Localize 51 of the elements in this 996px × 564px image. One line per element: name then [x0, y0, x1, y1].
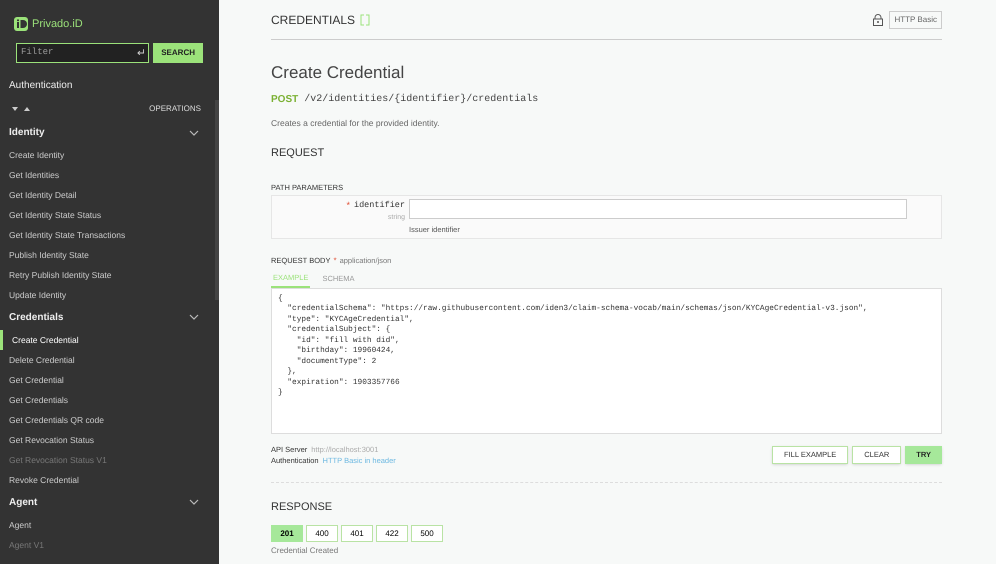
group-title[interactable]: Credentials	[9, 310, 64, 324]
operations-label: OPERATIONS	[149, 102, 201, 114]
sidebar-item[interactable]: Get Identity State Transactions	[0, 224, 219, 244]
enter-icon	[136, 49, 144, 56]
sidebar-item[interactable]: Get Credentials	[0, 390, 219, 410]
sidebar-item[interactable]: Create Credential	[0, 330, 219, 350]
lock-icon	[873, 14, 884, 26]
sidebar-item[interactable]: Get Identity State Status	[0, 204, 219, 224]
search-button[interactable]: SEARCH	[153, 42, 203, 62]
auth-badge: HTTP Basic	[889, 10, 942, 28]
required-marker: *	[346, 199, 350, 212]
response-code-tab[interactable]: 201	[271, 525, 303, 542]
operation-title: Create Credential	[271, 62, 406, 84]
filter-input[interactable]: Filter	[21, 46, 137, 60]
expand-collapse-icon[interactable]	[10, 106, 32, 112]
sidebar-item[interactable]: Get Credentials QR code	[0, 410, 219, 430]
endpoint-path: /v2/identities/{identifier}/credentials	[304, 92, 538, 106]
authentication-link[interactable]: Authentication	[0, 62, 219, 92]
sidebar-item[interactable]: Get Identity Detail	[0, 184, 219, 204]
group-title[interactable]: Agent	[9, 494, 38, 510]
sidebar-item[interactable]: Get Revocation Status	[0, 430, 219, 450]
filter-field[interactable]: Filter	[16, 42, 150, 62]
required-marker: *	[333, 255, 337, 268]
response-description: Credential Created	[271, 545, 340, 557]
sidebar-item[interactable]: Retry Publish Identity State	[0, 264, 219, 284]
request-heading: REQUEST	[271, 146, 326, 162]
group-title[interactable]: Identity	[9, 125, 45, 140]
response-heading: RESPONSE	[271, 500, 334, 514]
sidebar-item[interactable]: Publish Identity State	[0, 244, 219, 264]
sidebar-item[interactable]: Delete Credential	[0, 350, 219, 370]
http-method: POST	[271, 92, 298, 106]
logo-text: Privado.iD	[32, 17, 83, 32]
chevron-icon	[189, 130, 199, 136]
response-code-tab[interactable]: 422	[376, 525, 408, 542]
sidebar-item[interactable]: Get Identities	[0, 164, 219, 184]
bracket-icon	[360, 14, 370, 26]
operation-description: Creates a credential for the provided identity.	[271, 116, 441, 130]
parameter-input[interactable]	[409, 199, 907, 219]
sidebar-item[interactable]: Agent	[0, 514, 219, 534]
sidebar-item[interactable]: Update Identity	[0, 284, 219, 304]
response-code-tab[interactable]: 400	[306, 525, 338, 542]
sidebar-item[interactable]: Create Identity	[0, 144, 219, 164]
logo-icon	[14, 17, 28, 32]
sidebar-item[interactable]: Get Credential	[0, 370, 219, 390]
section-title: CREDENTIALS	[271, 12, 356, 28]
response-code-tab[interactable]: 401	[341, 525, 373, 542]
sidebar-item[interactable]: Revoke Credential	[0, 470, 219, 490]
chevron-icon	[189, 314, 199, 320]
parameter-name: identifier	[354, 199, 405, 212]
response-code-tab[interactable]: 500	[411, 525, 443, 542]
chevron-icon	[189, 499, 199, 505]
